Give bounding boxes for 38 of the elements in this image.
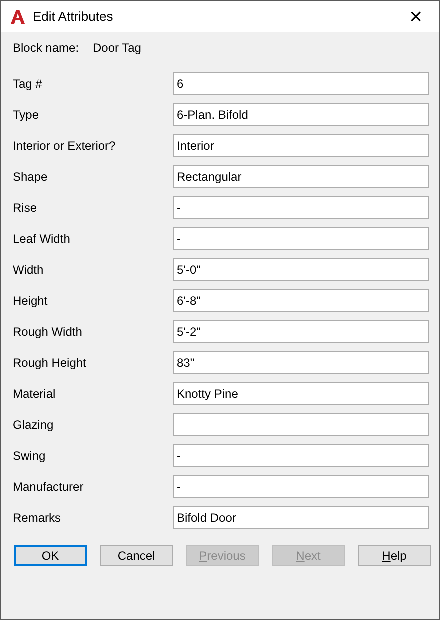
- window-title: Edit Attributes: [33, 8, 114, 26]
- app-logo-icon: [10, 8, 26, 24]
- input-field[interactable]: 83": [173, 351, 429, 374]
- input-field[interactable]: -: [173, 444, 429, 467]
- dialog-button[interactable]: OK: [14, 545, 87, 566]
- field-label: Rough Height: [13, 354, 88, 372]
- input-field[interactable]: 5'-2": [173, 320, 429, 343]
- input-field[interactable]: Knotty Pine: [173, 382, 429, 405]
- dialog-button[interactable]: Cancel: [100, 545, 173, 566]
- field-label: Shape: [13, 168, 49, 186]
- input-field[interactable]: [173, 413, 429, 436]
- block-name-value: Door Tag: [93, 40, 142, 57]
- field-label: Leaf Width: [13, 230, 72, 248]
- field-label: Remarks: [13, 510, 62, 526]
- field-label: Height: [13, 292, 49, 310]
- block-name-label: Block name:: [13, 40, 80, 57]
- field-label: Interior or Exterior?: [13, 138, 117, 154]
- input-field[interactable]: -: [173, 196, 429, 219]
- input-field[interactable]: Bifold Door: [173, 506, 429, 529]
- input-field[interactable]: -: [173, 475, 429, 498]
- input-field[interactable]: 6'-8": [173, 289, 429, 312]
- dialog-button[interactable]: Help: [358, 545, 431, 566]
- field-label: Rise: [13, 200, 38, 216]
- input-field[interactable]: 5'-0": [173, 258, 429, 281]
- field-label: Material: [13, 386, 57, 402]
- field-label: Swing: [13, 448, 47, 464]
- field-label: Type: [13, 106, 40, 124]
- field-label: Tag #: [13, 76, 44, 92]
- input-field[interactable]: 6-Plan. Bifold: [173, 103, 429, 126]
- input-field[interactable]: Rectangular: [173, 165, 429, 188]
- close-button[interactable]: ×: [393, 1, 439, 32]
- field-label: Rough Width: [13, 324, 84, 340]
- field-label: Glazing: [13, 416, 55, 434]
- field-label: Width: [13, 262, 45, 278]
- input-field[interactable]: Interior: [173, 134, 429, 157]
- input-field[interactable]: -: [173, 227, 429, 250]
- input-field[interactable]: 6: [173, 72, 429, 95]
- field-label: Manufacturer: [13, 478, 85, 496]
